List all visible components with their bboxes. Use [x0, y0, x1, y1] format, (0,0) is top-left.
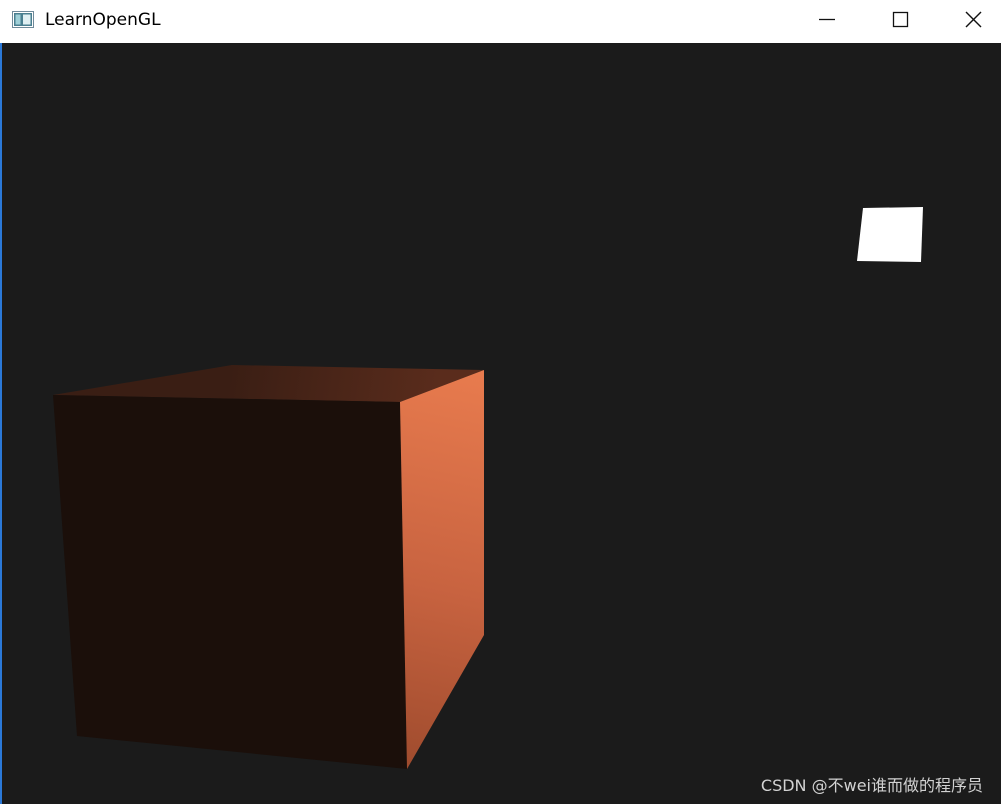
- close-icon: [965, 11, 982, 28]
- minimize-button[interactable]: [804, 0, 850, 40]
- opengl-window-icon: [12, 11, 34, 28]
- window-titlebar[interactable]: LearnOpenGL: [0, 0, 1001, 43]
- close-button[interactable]: [950, 0, 996, 40]
- learnopengl-window: LearnOpenGL CSDN @不wei谁而做的程序员: [0, 0, 1001, 804]
- object-cube: [53, 365, 484, 769]
- minimize-icon: [819, 18, 835, 21]
- light-source-cube: [857, 207, 923, 262]
- window-title: LearnOpenGL: [45, 10, 161, 30]
- csdn-watermark: CSDN @不wei谁而做的程序员: [760, 776, 983, 795]
- object-cube-right-face: [400, 370, 484, 769]
- object-cube-front-face: [53, 395, 407, 769]
- maximize-button[interactable]: [877, 0, 923, 40]
- opengl-scene: [53, 207, 923, 769]
- maximize-icon: [892, 11, 909, 28]
- opengl-render-viewport[interactable]: CSDN @不wei谁而做的程序员: [0, 43, 1001, 804]
